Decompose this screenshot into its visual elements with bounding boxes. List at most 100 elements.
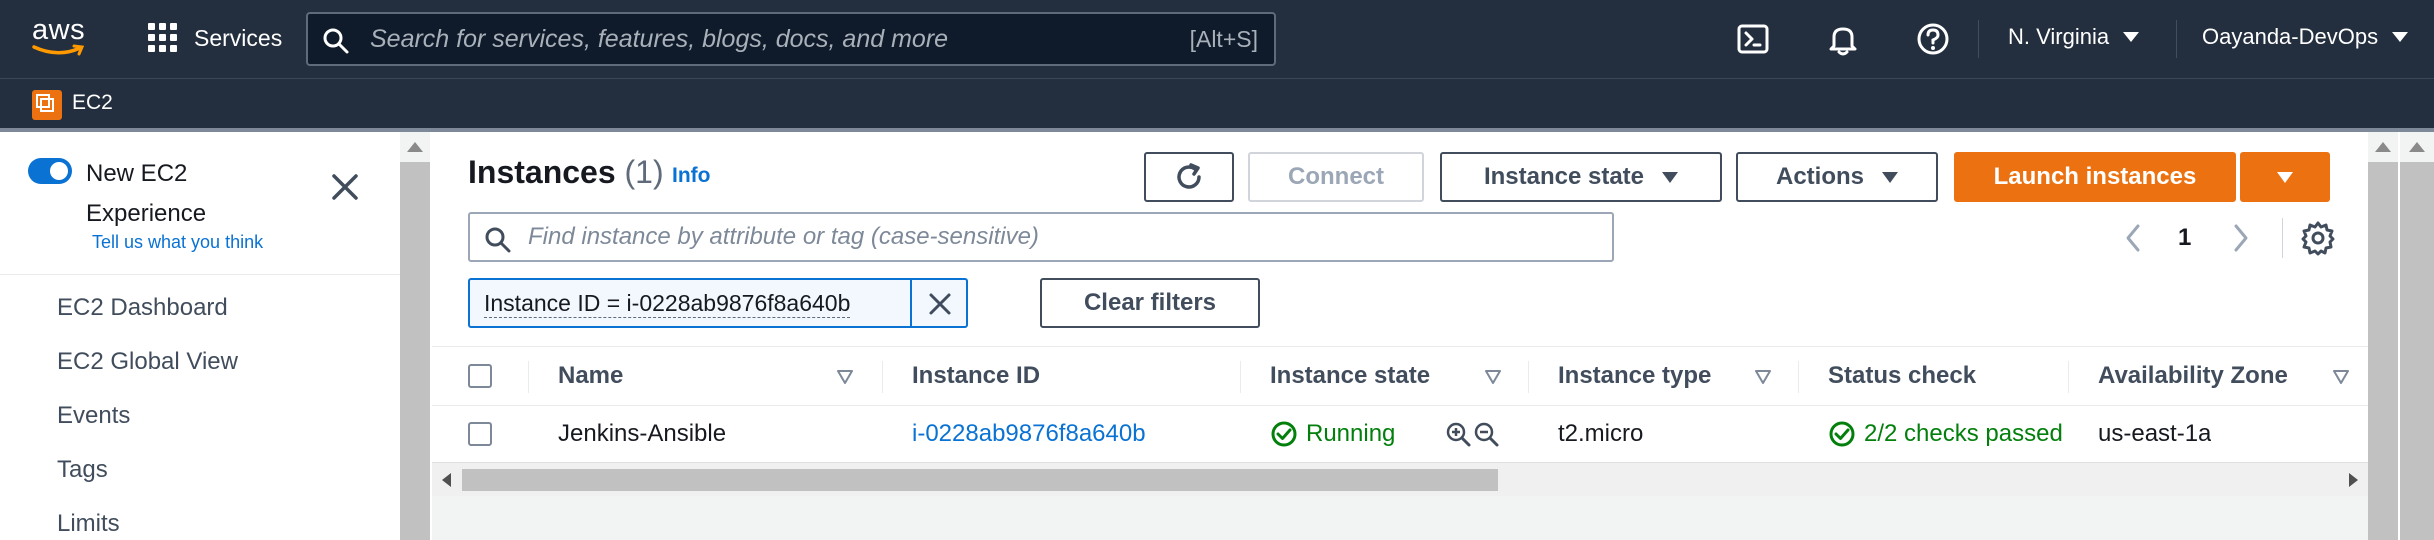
- zoom-out-button[interactable]: [1472, 406, 1500, 462]
- cell-instance-type: t2.micro: [1558, 420, 1644, 447]
- feedback-link[interactable]: Tell us what you think: [92, 232, 263, 253]
- nav-item-ec2-dashboard[interactable]: EC2 Dashboard: [57, 294, 228, 322]
- cloudshell-button[interactable]: [1734, 20, 1772, 58]
- chevron-left-icon: [2126, 224, 2140, 252]
- launch-options-dropdown[interactable]: [2240, 152, 2330, 202]
- instance-filter-bar[interactable]: [468, 212, 1614, 262]
- close-icon: [332, 174, 358, 200]
- chevron-right-icon: [2234, 224, 2248, 252]
- column-header-name[interactable]: Name: [558, 347, 623, 405]
- column-header-status-check[interactable]: Status check: [1828, 347, 1976, 405]
- table-horizontal-scrollbar[interactable]: [432, 462, 2368, 496]
- scroll-left-icon[interactable]: [442, 473, 451, 487]
- table-header: Name Instance ID Instance state Instance…: [432, 346, 2368, 406]
- cloudshell-icon: [1737, 24, 1769, 54]
- sort-icon[interactable]: [1484, 369, 1502, 385]
- side-navigation: New EC2 Experience Tell us what you thin…: [0, 132, 400, 540]
- filter-token[interactable]: Instance ID = i-0228ab9876f8a640b: [468, 278, 968, 328]
- search-shortcut-hint: [Alt+S]: [1189, 26, 1258, 52]
- nav-item-tags[interactable]: Tags: [57, 456, 108, 484]
- column-header-instance-state[interactable]: Instance state: [1270, 347, 1430, 405]
- check-circle-icon: [1829, 421, 1855, 447]
- services-menu-button[interactable]: Services: [148, 20, 282, 56]
- close-icon: [929, 293, 951, 315]
- status-check-text: 2/2 checks passed: [1864, 420, 2063, 447]
- actions-dropdown[interactable]: Actions: [1736, 152, 1938, 202]
- aws-logo[interactable]: aws: [32, 14, 92, 60]
- column-divider: [882, 361, 883, 393]
- column-divider: [1798, 361, 1799, 393]
- ec2-service-icon[interactable]: [32, 90, 62, 120]
- instance-state-dropdown[interactable]: Instance state: [1440, 152, 1722, 202]
- sort-icon[interactable]: [2332, 369, 2350, 385]
- help-icon: [1917, 23, 1949, 55]
- table-row[interactable]: Jenkins-Ansible i-0228ab9876f8a640b Runn…: [432, 406, 2368, 462]
- gear-icon: [2301, 221, 2335, 256]
- scrollbar-thumb[interactable]: [2368, 162, 2398, 540]
- notifications-button[interactable]: [1824, 20, 1862, 58]
- caret-down-icon: [2123, 32, 2140, 42]
- previous-page-button[interactable]: [2122, 222, 2144, 254]
- info-link[interactable]: Info: [672, 164, 710, 188]
- side-nav-scrollbar[interactable]: [400, 132, 430, 540]
- help-button[interactable]: [1914, 20, 1952, 58]
- column-header-availability-zone[interactable]: Availability Zone: [2098, 347, 2288, 405]
- select-all-checkbox[interactable]: [468, 364, 492, 388]
- current-page[interactable]: 1: [2178, 224, 2191, 252]
- aws-logo-text: aws: [32, 14, 86, 46]
- connect-button[interactable]: Connect: [1248, 152, 1424, 202]
- preferences-button[interactable]: [2300, 220, 2336, 256]
- cell-instance-state: Running: [1270, 406, 1395, 462]
- instance-state-label: Instance state: [1483, 163, 1645, 190]
- remove-filter-button[interactable]: [926, 290, 954, 318]
- scrollbar-thumb[interactable]: [462, 469, 1498, 491]
- nav-item-limits[interactable]: Limits: [57, 510, 120, 538]
- scrollbar-thumb[interactable]: [2400, 162, 2434, 540]
- next-page-button[interactable]: [2230, 222, 2252, 254]
- instance-filter-input[interactable]: [528, 222, 1588, 252]
- nav-divider: [0, 274, 400, 275]
- caret-down-icon: [1662, 171, 1679, 183]
- column-header-instance-type[interactable]: Instance type: [1558, 347, 1711, 405]
- global-search-input[interactable]: [370, 22, 1170, 56]
- nav-divider: [2176, 20, 2177, 58]
- cell-name: Jenkins-Ansible: [558, 420, 727, 447]
- content-scrollbar[interactable]: [2368, 132, 2398, 540]
- instance-state-text: Running: [1306, 420, 1396, 447]
- main-content: Instances (1) Info Connect Instance stat…: [432, 132, 2368, 540]
- search-icon: [323, 28, 349, 54]
- refresh-button[interactable]: [1144, 152, 1234, 202]
- column-divider: [1240, 361, 1241, 393]
- zoom-out-icon: [1474, 422, 1499, 447]
- service-name-link[interactable]: EC2: [72, 91, 113, 115]
- account-label: Oayanda-DevOps: [2202, 24, 2379, 49]
- row-checkbox-cell: [468, 406, 492, 462]
- scroll-up-icon: [407, 142, 423, 152]
- launch-instances-button[interactable]: Launch instances: [1954, 152, 2236, 202]
- page-title: Instances (1): [468, 154, 664, 191]
- global-search-bar[interactable]: [Alt+S]: [306, 12, 1276, 66]
- column-header-instance-id[interactable]: Instance ID: [912, 347, 1040, 405]
- services-label: Services: [194, 24, 283, 51]
- region-selector[interactable]: N. Virginia: [2008, 24, 2140, 50]
- close-nav-button[interactable]: [328, 170, 362, 204]
- new-experience-label: New EC2 Experience: [86, 160, 207, 227]
- caret-down-icon: [2392, 32, 2409, 42]
- instances-panel: Instances (1) Info Connect Instance stat…: [432, 132, 2368, 496]
- row-checkbox[interactable]: [468, 422, 492, 446]
- nav-item-ec2-global-view[interactable]: EC2 Global View: [57, 348, 238, 376]
- zoom-in-button[interactable]: [1444, 406, 1472, 462]
- caret-down-icon: [2277, 171, 2293, 183]
- clear-filters-button[interactable]: Clear filters: [1040, 278, 1260, 328]
- scroll-right-icon[interactable]: [2349, 473, 2358, 487]
- cell-instance-id-link[interactable]: i-0228ab9876f8a640b: [912, 406, 1146, 462]
- sort-icon[interactable]: [836, 369, 854, 385]
- account-menu[interactable]: Oayanda-DevOps: [2202, 24, 2409, 50]
- window-scrollbar[interactable]: [2400, 132, 2434, 540]
- nav-item-events[interactable]: Events: [57, 402, 130, 430]
- sort-icon[interactable]: [1754, 369, 1772, 385]
- refresh-icon: [1177, 163, 1201, 189]
- new-experience-toggle[interactable]: [28, 158, 72, 184]
- scrollbar-thumb[interactable]: [400, 162, 430, 540]
- bell-icon: [1829, 27, 1857, 56]
